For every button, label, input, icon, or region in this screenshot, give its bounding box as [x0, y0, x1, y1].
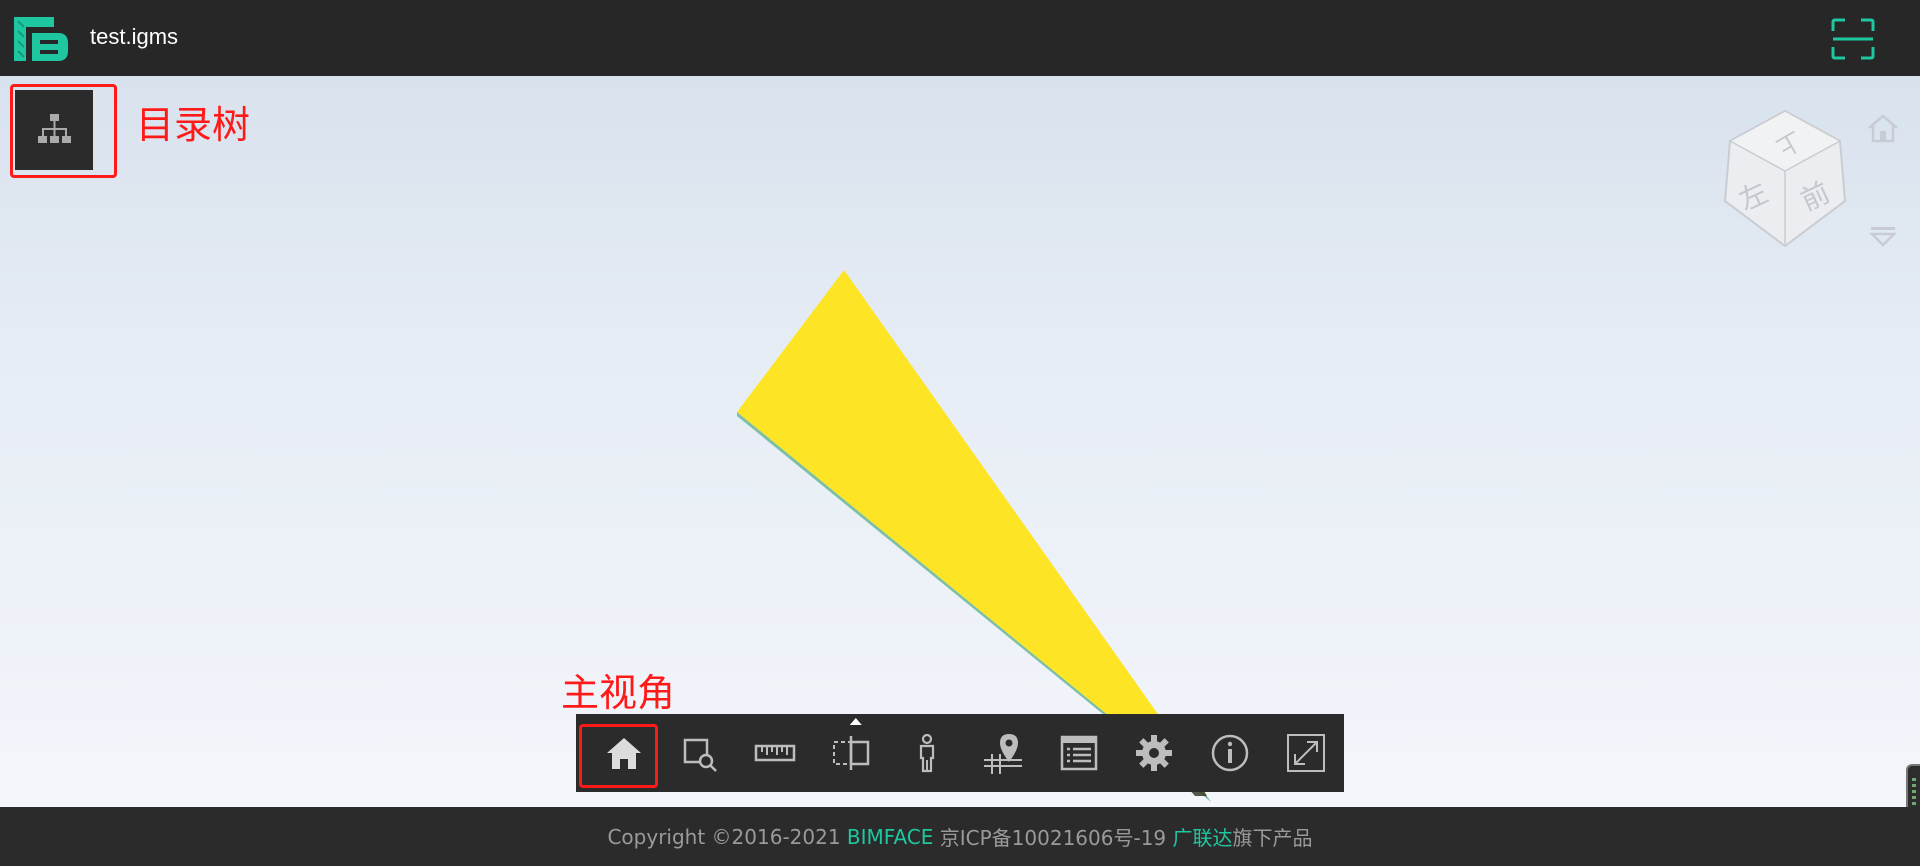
- footer-copyright: Copyright ©2016-2021: [607, 824, 847, 849]
- walk-mode-button[interactable]: [889, 714, 965, 792]
- page-footer: Copyright ©2016-2021 BIMFACE 京ICP备100216…: [0, 807, 1920, 866]
- box-zoom-icon: [683, 738, 717, 772]
- info-button[interactable]: [1192, 714, 1268, 792]
- settings-button[interactable]: [1117, 714, 1193, 792]
- submenu-arrow-icon: [850, 718, 863, 725]
- tree-annotation-label: 目录树: [136, 103, 251, 147]
- viewcube-home-icon[interactable]: [1865, 112, 1901, 144]
- properties-list-icon: [1060, 735, 1097, 771]
- info-icon: [1212, 734, 1249, 772]
- file-name: test.igms: [90, 24, 179, 49]
- box-zoom-button[interactable]: [662, 714, 738, 792]
- tree-annotation-box: [10, 84, 117, 178]
- bottom-toolbar: [576, 714, 1344, 792]
- footer-suffix: 旗下产品: [1232, 826, 1313, 850]
- section-button[interactable]: [813, 714, 889, 792]
- map-pin-icon: [983, 734, 1022, 774]
- ruler-icon: [755, 744, 796, 762]
- map-mode-button[interactable]: [965, 714, 1041, 792]
- model-geometry: [737, 270, 1211, 802]
- gear-icon: [1136, 735, 1173, 771]
- fullscreen-button[interactable]: [1268, 714, 1344, 792]
- section-box-icon: [833, 736, 870, 770]
- footer-icp: 京ICP备10021606号-19: [933, 826, 1173, 850]
- home-annotation-label: 主视角: [561, 671, 676, 715]
- footer-company-link[interactable]: 广联达: [1173, 822, 1233, 851]
- viewcube-menu-icon[interactable]: [1868, 224, 1898, 248]
- fullscreen-icon: [1287, 734, 1326, 772]
- home-annotation-box: [579, 724, 658, 788]
- bimface-logo-icon: [14, 17, 68, 61]
- side-panel-handle[interactable]: [1906, 764, 1920, 807]
- properties-button[interactable]: [1041, 714, 1117, 792]
- walk-person-icon: [919, 733, 935, 773]
- scan-frame-icon[interactable]: [1831, 18, 1875, 60]
- view-cube[interactable]: 上 左 前: [1710, 106, 1860, 256]
- app-header: test.igms: [0, 0, 1920, 76]
- footer-brand-link[interactable]: BIMFACE: [847, 825, 933, 849]
- model-viewport[interactable]: 目录树 上 左 前 主视角: [0, 76, 1920, 807]
- measure-button[interactable]: [738, 714, 814, 792]
